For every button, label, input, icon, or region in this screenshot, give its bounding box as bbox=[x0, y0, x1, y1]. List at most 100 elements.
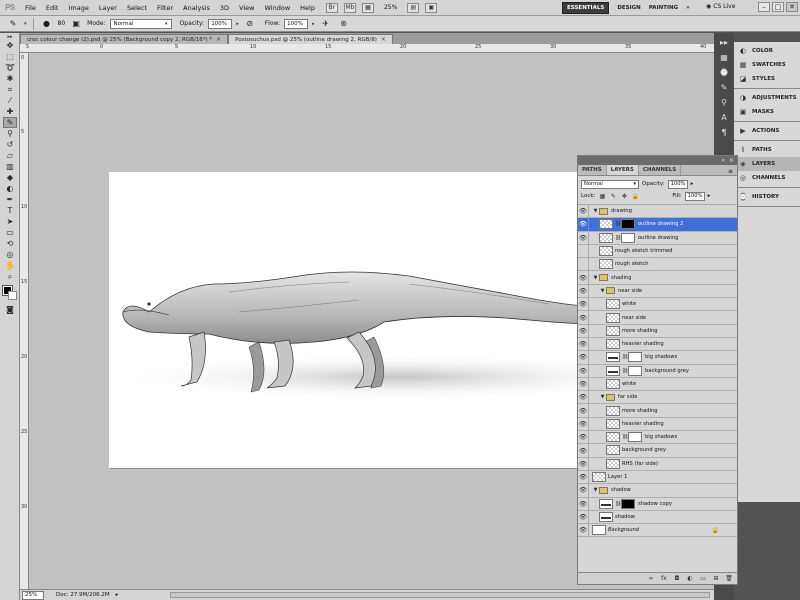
arrange-documents-icon[interactable]: ▤ bbox=[407, 2, 420, 13]
quick-selection-tool-icon[interactable]: ✱ bbox=[3, 73, 17, 84]
layer-row[interactable]: 👁 white bbox=[578, 377, 737, 392]
menu-window[interactable]: Window bbox=[260, 4, 296, 12]
pen-tool-icon[interactable]: ✒ bbox=[3, 194, 17, 205]
layer-row[interactable]: 👁 shadow bbox=[578, 510, 737, 525]
dock-color[interactable]: ◐ COLOR bbox=[734, 44, 800, 58]
layer-mask-thumbnail[interactable] bbox=[621, 219, 635, 230]
brush-tool-icon[interactable]: ✎ bbox=[3, 117, 17, 128]
clone-source-icon[interactable]: ⚲ bbox=[717, 97, 731, 108]
menu-filter[interactable]: Filter bbox=[152, 4, 178, 12]
menu-select[interactable]: Select bbox=[122, 4, 152, 12]
dock-paths[interactable]: ⌇ PATHS bbox=[734, 143, 800, 157]
layer-row[interactable]: 👁 rough sketch trimmed bbox=[578, 244, 737, 259]
visibility-eye-icon[interactable]: 👁 bbox=[578, 311, 589, 325]
crop-tool-icon[interactable]: ⌗ bbox=[3, 84, 17, 95]
close-tab-icon[interactable]: × bbox=[216, 36, 221, 43]
grid-icon[interactable]: ▦ bbox=[361, 2, 374, 13]
layer-row[interactable]: 👁 ⛓ outline drawing 2 bbox=[578, 217, 737, 232]
visibility-eye-icon[interactable]: 👁 bbox=[578, 483, 589, 497]
3d-orbit-tool-icon[interactable]: ◎ bbox=[3, 249, 17, 260]
dock-styles[interactable]: ◪ STYLES bbox=[734, 72, 800, 86]
minibridge-icon[interactable]: Mb bbox=[343, 2, 356, 13]
quick-mask-icon[interactable]: ◙ bbox=[3, 304, 17, 315]
gradient-tool-icon[interactable]: ▥ bbox=[3, 161, 17, 172]
layer-opacity-input[interactable]: 100% bbox=[667, 179, 688, 189]
visibility-eye-icon[interactable]: 👁 bbox=[578, 497, 589, 511]
layer-row[interactable]: 👁 Background 🔒 bbox=[578, 523, 737, 538]
path-selection-tool-icon[interactable]: ➤ bbox=[3, 216, 17, 227]
move-tool-icon[interactable]: ✥ bbox=[3, 40, 17, 51]
visibility-eye-icon[interactable]: 👁 bbox=[578, 257, 589, 271]
close-icon[interactable]: ✕ bbox=[786, 2, 798, 12]
workspace-painting[interactable]: PAINTING bbox=[649, 5, 678, 11]
visibility-eye-icon[interactable]: 👁 bbox=[578, 377, 589, 391]
tools-collapse-icon[interactable]: ▸▸ bbox=[3, 33, 17, 40]
layer-mask-thumbnail[interactable] bbox=[628, 365, 642, 376]
visibility-eye-icon[interactable]: 👁 bbox=[578, 470, 589, 484]
visibility-eye-icon[interactable]: 👁 bbox=[578, 217, 589, 231]
3d-rotate-tool-icon[interactable]: ⟲ bbox=[3, 238, 17, 249]
brush-presets-icon[interactable]: ✎ bbox=[717, 82, 731, 93]
eyedropper-tool-icon[interactable]: ⁄ bbox=[3, 95, 17, 106]
layer-row[interactable]: 👁 ⛓ big shadows bbox=[578, 430, 737, 445]
layer-row[interactable]: 👁 Layer 1 bbox=[578, 470, 737, 485]
zoom-level-select[interactable]: 25% bbox=[380, 4, 401, 11]
visibility-eye-icon[interactable]: 👁 bbox=[578, 271, 589, 285]
layer-mask-thumbnail[interactable] bbox=[628, 352, 642, 363]
flow-slider-icon[interactable]: ▸ bbox=[312, 21, 315, 27]
menu-file[interactable]: File bbox=[20, 4, 41, 12]
workspace-more-icon[interactable]: » bbox=[686, 5, 690, 11]
preset-dropdown-icon[interactable]: ▾ bbox=[24, 21, 27, 27]
layer-group-row[interactable]: 👁 ▼ drawing bbox=[578, 205, 737, 219]
layer-row[interactable]: 👁 near side bbox=[578, 311, 737, 325]
blend-mode-select[interactable]: Normal ▾ bbox=[581, 179, 639, 189]
panel-menu-icon[interactable]: ≡ bbox=[728, 168, 733, 175]
layer-row[interactable]: 👁 heavier shading bbox=[578, 417, 737, 432]
layer-group-row[interactable]: 👁 ▼ shading bbox=[578, 271, 737, 285]
layer-group-row[interactable]: 👁 ▼ near side bbox=[578, 284, 737, 299]
visibility-eye-icon[interactable]: 👁 bbox=[578, 324, 589, 338]
layer-group-row[interactable]: 👁 ▼ far side bbox=[578, 390, 737, 405]
brush-tool-preset-icon[interactable]: ✎ bbox=[6, 18, 20, 30]
document-tab-postosuchus[interactable]: Postosuchus.psd @ 25% (outline drawing 2… bbox=[228, 34, 393, 44]
layer-row[interactable]: 👁 ⛓ background grey bbox=[578, 364, 737, 378]
lock-all-icon[interactable]: 🔒 bbox=[631, 192, 639, 200]
visibility-eye-icon[interactable]: 👁 bbox=[578, 404, 589, 418]
spot-healing-tool-icon[interactable]: ✚ bbox=[3, 106, 17, 117]
dodge-tool-icon[interactable]: ◐ bbox=[3, 183, 17, 194]
group-expand-icon[interactable]: ▼ bbox=[592, 208, 599, 214]
background-color-swatch[interactable] bbox=[8, 291, 17, 300]
menu-3d[interactable]: 3D bbox=[215, 4, 234, 12]
type-tool-icon[interactable]: T bbox=[3, 205, 17, 216]
dock-expand-icon[interactable]: ▸▸ bbox=[717, 37, 731, 48]
dock-adjustments[interactable]: ◑ ADJUSTMENTS bbox=[734, 91, 800, 105]
brush-panel-icon[interactable]: ▣ bbox=[69, 18, 83, 30]
workspace-essentials[interactable]: ESSENTIALS bbox=[562, 2, 610, 14]
visibility-eye-icon[interactable]: 👁 bbox=[578, 430, 589, 444]
layer-row[interactable]: 👁 more shading bbox=[578, 324, 737, 338]
layer-row[interactable]: 👁 ⛓ big shadows bbox=[578, 350, 737, 365]
add-mask-icon[interactable]: ◘ bbox=[673, 575, 681, 583]
opacity-slider-icon[interactable]: ▸ bbox=[236, 21, 239, 27]
dock-layers[interactable]: ◈ LAYERS bbox=[734, 157, 800, 171]
airbrush-icon[interactable]: ✈ bbox=[319, 18, 333, 30]
layer-row[interactable]: 👁 RHS (far side) bbox=[578, 457, 737, 471]
dock-masks[interactable]: ▣ MASKS bbox=[734, 105, 800, 119]
opacity-slider-icon[interactable]: ▸ bbox=[691, 181, 694, 187]
layers-panel-titlebar[interactable]: « ✕ bbox=[578, 156, 737, 165]
layer-row[interactable]: 👁 background grey bbox=[578, 444, 737, 458]
panel-collapse-icon[interactable]: « bbox=[721, 157, 725, 164]
tab-layers[interactable]: LAYERS bbox=[606, 165, 639, 175]
cs-live-menu[interactable]: ◉ CS Live bbox=[706, 3, 735, 10]
brush-picker-icon[interactable]: ● bbox=[40, 18, 54, 30]
menu-analysis[interactable]: Analysis bbox=[178, 4, 215, 12]
layer-row[interactable]: 👁 more shading bbox=[578, 404, 737, 418]
history-brush-tool-icon[interactable]: ↺ bbox=[3, 139, 17, 150]
visibility-eye-icon[interactable]: 👁 bbox=[578, 284, 589, 298]
visibility-eye-icon[interactable]: 👁 bbox=[578, 350, 589, 364]
character-icon[interactable]: A bbox=[717, 112, 731, 123]
layer-row[interactable]: 👁 white bbox=[578, 297, 737, 312]
workspace-design[interactable]: DESIGN bbox=[617, 5, 640, 11]
mini-bridge-icon[interactable]: ▦ bbox=[717, 52, 731, 63]
status-zoom-input[interactable]: 25% bbox=[22, 590, 44, 600]
